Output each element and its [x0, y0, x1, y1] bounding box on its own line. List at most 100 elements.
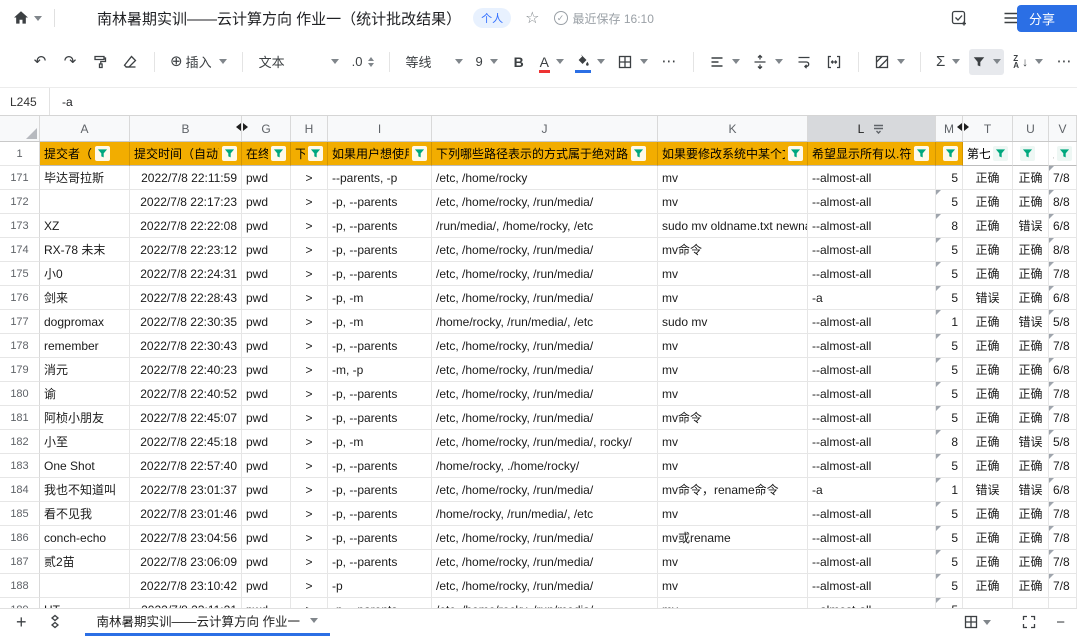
cell-K182[interactable]: mv — [658, 430, 808, 454]
cell-A177[interactable]: dogpromax — [40, 310, 130, 334]
insert-button[interactable]: ⊕ 插入 — [167, 49, 230, 75]
cell-V175[interactable]: 7/8 — [1049, 262, 1077, 286]
cell-H182[interactable]: > — [291, 430, 328, 454]
cell-L183[interactable]: --almost-all — [808, 454, 936, 478]
cell-K173[interactable]: sudo mv oldname.txt newname — [658, 214, 808, 238]
cell-M183[interactable]: 5 — [936, 454, 963, 478]
cell-M181[interactable]: 5 — [936, 406, 963, 430]
cell-G171[interactable]: pwd — [242, 166, 291, 190]
column-header-K[interactable]: K — [658, 116, 808, 141]
filter-icon[interactable] — [993, 146, 1008, 161]
cell-H175[interactable]: > — [291, 262, 328, 286]
cell-L187[interactable]: --almost-all — [808, 550, 936, 574]
cell-A175[interactable]: 小0 — [40, 262, 130, 286]
cell-J179[interactable]: /etc, /home/rocky, /run/media/ — [432, 358, 658, 382]
cell-T189[interactable] — [963, 598, 1013, 608]
cell-J171[interactable]: /etc, /home/rocky — [432, 166, 658, 190]
cell-A189[interactable]: HT — [40, 598, 130, 608]
row-number[interactable]: 179 — [0, 358, 40, 382]
filter-icon[interactable] — [943, 146, 958, 161]
cell-M182[interactable]: 8 — [936, 430, 963, 454]
cell-L182[interactable]: --almost-all — [808, 430, 936, 454]
cell-B183[interactable]: 2022/7/8 22:57:40 — [130, 454, 242, 478]
cell-M176[interactable]: 5 — [936, 286, 963, 310]
cell-J181[interactable]: /etc, /home/rocky, /run/media/ — [432, 406, 658, 430]
cell-K179[interactable]: mv — [658, 358, 808, 382]
filter-icon[interactable] — [1057, 146, 1072, 161]
cell-U172[interactable]: 正确 — [1013, 190, 1049, 214]
filter-icon[interactable] — [412, 146, 427, 161]
cell-I175[interactable]: -p, --parents — [328, 262, 432, 286]
cell-I171[interactable]: --parents, -p — [328, 166, 432, 190]
cell-V181[interactable]: 7/8 — [1049, 406, 1077, 430]
cell-H174[interactable]: > — [291, 238, 328, 262]
cell-I182[interactable]: -p, -m — [328, 430, 432, 454]
cell-H181[interactable]: > — [291, 406, 328, 430]
filter-icon[interactable] — [914, 146, 929, 161]
cell-U174[interactable]: 正确 — [1013, 238, 1049, 262]
cell-T182[interactable]: 正确 — [963, 430, 1013, 454]
cell-M185[interactable]: 5 — [936, 502, 963, 526]
cell-L171[interactable]: --almost-all — [808, 166, 936, 190]
cell-K172[interactable]: mv — [658, 190, 808, 214]
cell-V182[interactable]: 5/8 — [1049, 430, 1077, 454]
cell-V173[interactable]: 6/8 — [1049, 214, 1077, 238]
cell-A183[interactable]: One Shot — [40, 454, 130, 478]
cell-V171[interactable]: 7/8 — [1049, 166, 1077, 190]
format-painter-icon[interactable] — [88, 49, 112, 75]
cell-J183[interactable]: /home/rocky, ./home/rocky/ — [432, 454, 658, 478]
cell-A176[interactable]: 剑来 — [40, 286, 130, 310]
cell-L173[interactable]: --almost-all — [808, 214, 936, 238]
cell-B189[interactable]: 2022/7/8 23:11:21 — [130, 598, 242, 608]
row-number[interactable]: 1 — [0, 142, 40, 166]
cell-G178[interactable]: pwd — [242, 334, 291, 358]
header-cell-A[interactable]: 提交者（ — [40, 142, 130, 166]
cell-H185[interactable]: > — [291, 502, 328, 526]
cell-T175[interactable]: 正确 — [963, 262, 1013, 286]
column-header-L[interactable]: L — [808, 116, 936, 141]
cell-T181[interactable]: 正确 — [963, 406, 1013, 430]
cell-B187[interactable]: 2022/7/8 23:06:09 — [130, 550, 242, 574]
cell-B173[interactable]: 2022/7/8 22:22:08 — [130, 214, 242, 238]
hidden-columns-indicator[interactable] — [957, 123, 969, 131]
cell-B181[interactable]: 2022/7/8 22:45:07 — [130, 406, 242, 430]
cell-G177[interactable]: pwd — [242, 310, 291, 334]
cell-U182[interactable]: 错误 — [1013, 430, 1049, 454]
cell-U179[interactable]: 正确 — [1013, 358, 1049, 382]
header-cell-G[interactable]: 在终 — [242, 142, 291, 166]
column-header-T[interactable]: T — [963, 116, 1013, 141]
cell-K174[interactable]: mv命令 — [658, 238, 808, 262]
text-wrap-icon[interactable] — [792, 49, 816, 75]
cell-K187[interactable]: mv — [658, 550, 808, 574]
cell-I173[interactable]: -p, --parents — [328, 214, 432, 238]
zoom-out-button[interactable]: − — [1056, 614, 1065, 631]
cell-style-button[interactable] — [871, 49, 908, 75]
select-all-corner[interactable] — [0, 116, 40, 141]
cell-H189[interactable]: > — [291, 598, 328, 608]
cell-J182[interactable]: /etc, /home/rocky, /run/media/, rocky/ — [432, 430, 658, 454]
cell-V183[interactable]: 7/8 — [1049, 454, 1077, 478]
filter-icon[interactable] — [95, 146, 110, 161]
sum-button[interactable]: Σ — [933, 49, 963, 75]
cell-V174[interactable]: 8/8 — [1049, 238, 1077, 262]
column-header-J[interactable]: J — [432, 116, 658, 141]
column-header-H[interactable]: H — [291, 116, 328, 141]
cell-J176[interactable]: /etc, /home/rocky, /run/media/ — [432, 286, 658, 310]
cell-G186[interactable]: pwd — [242, 526, 291, 550]
cell-M179[interactable]: 5 — [936, 358, 963, 382]
more-tools-button[interactable]: ⋯ — [1052, 49, 1076, 75]
cell-I179[interactable]: -m, -p — [328, 358, 432, 382]
cell-L177[interactable]: --almost-all — [808, 310, 936, 334]
cell-U186[interactable]: 正确 — [1013, 526, 1049, 550]
cell-I178[interactable]: -p, --parents — [328, 334, 432, 358]
cell-B171[interactable]: 2022/7/8 22:11:59 — [130, 166, 242, 190]
cell-U176[interactable]: 正确 — [1013, 286, 1049, 310]
cell-A171[interactable]: 毕达哥拉斯 — [40, 166, 130, 190]
filter-icon[interactable] — [222, 146, 237, 161]
row-number[interactable]: 186 — [0, 526, 40, 550]
cell-H171[interactable]: > — [291, 166, 328, 190]
cell-A185[interactable]: 看不见我 — [40, 502, 130, 526]
cell-H187[interactable]: > — [291, 550, 328, 574]
cell-T179[interactable]: 正确 — [963, 358, 1013, 382]
cell-G182[interactable]: pwd — [242, 430, 291, 454]
